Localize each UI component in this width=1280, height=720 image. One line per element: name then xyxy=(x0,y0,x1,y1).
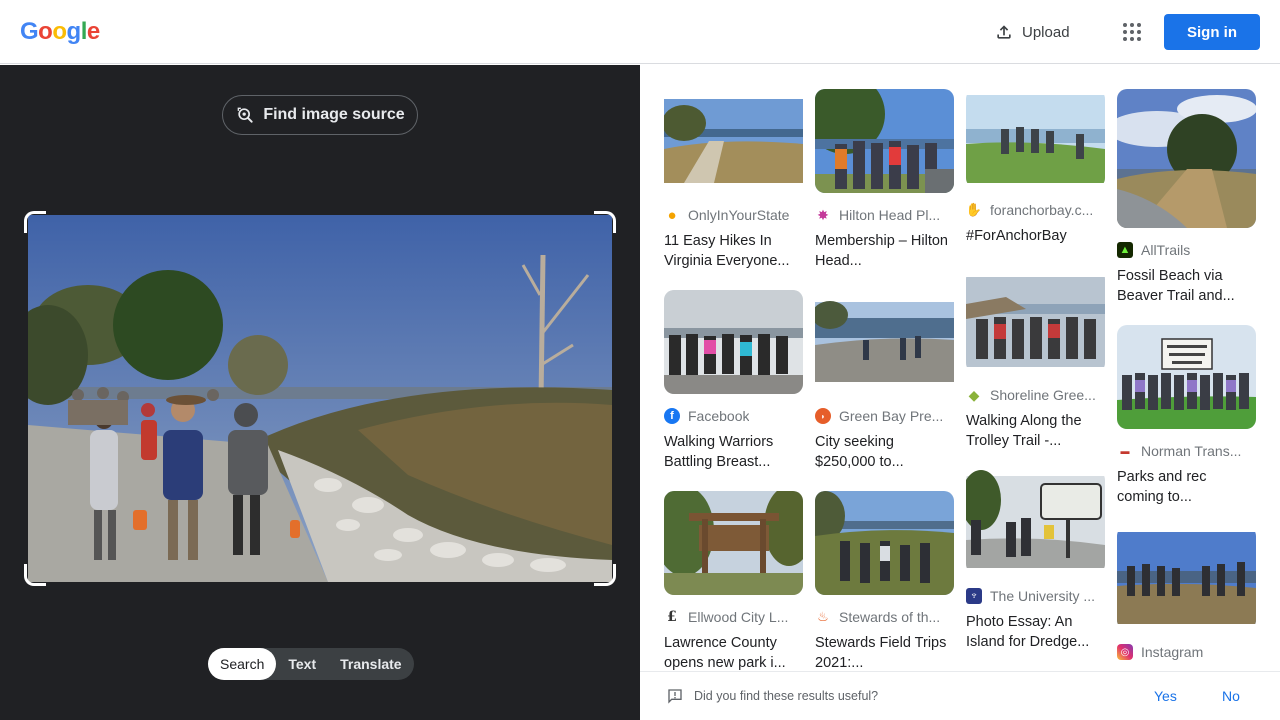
lens-mode-tabs: Search Text Translate xyxy=(208,648,414,680)
result-card[interactable]: ◆ Shoreline Gree... Walking Along the Tro… xyxy=(966,269,1105,451)
facebook-icon: f xyxy=(664,408,680,424)
query-image-pane: Find image source Search Text Translate xyxy=(0,65,640,720)
feedback-icon xyxy=(668,689,682,704)
result-source: Ellwood City L... xyxy=(688,609,789,625)
lens-search-icon xyxy=(237,107,253,123)
result-thumbnail xyxy=(966,269,1105,373)
result-card[interactable]: ✸ Hilton Head Pl... Membership – Hilton H… xyxy=(815,89,954,271)
results-column: ✸ Hilton Head Pl... Membership – Hilton H… xyxy=(815,89,954,670)
visual-matches: ● OnlyInYourState 11 Easy Hikes In Virgin… xyxy=(640,65,1280,670)
result-card[interactable]: ♆ The University ... Photo Essay: An Isla… xyxy=(966,470,1105,652)
crop-handle-top-right[interactable] xyxy=(594,211,616,233)
feedback-question: Did you find these results useful? xyxy=(694,689,879,703)
result-title: 11 Easy Hikes In Virginia Everyone... xyxy=(664,233,790,269)
tab-search[interactable]: Search xyxy=(208,648,277,680)
result-card[interactable]: ▬ Norman Trans... Parks and rec coming to… xyxy=(1117,325,1256,507)
sunburst-icon: ✸ xyxy=(817,206,829,223)
result-thumbnail xyxy=(664,290,803,394)
university-icon: ♆ xyxy=(966,588,982,604)
result-title: Photo Essay: An Island for Dredge... xyxy=(966,614,1090,650)
result-source: Hilton Head Pl... xyxy=(839,207,941,223)
result-thumbnail xyxy=(664,491,803,595)
result-source: Green Bay Pre... xyxy=(839,408,944,424)
result-thumbnail xyxy=(664,89,803,193)
result-card[interactable]: ♨ Stewards of th... Stewards Field Trips … xyxy=(815,491,954,670)
result-thumbnail xyxy=(966,470,1105,574)
result-source: foranchorbay.c... xyxy=(990,202,1094,218)
logo-letter: o xyxy=(52,18,67,45)
result-thumbnail xyxy=(966,89,1105,188)
hand-icon: ✋ xyxy=(965,202,983,217)
query-photo xyxy=(28,215,612,582)
result-source: AllTrails xyxy=(1141,242,1191,258)
result-source: Instagram xyxy=(1141,644,1204,660)
result-title: Lawrence County opens new park i... xyxy=(664,635,786,670)
find-image-source-button[interactable]: Find image source xyxy=(222,95,418,135)
google-logo[interactable]: Google xyxy=(20,18,100,46)
result-title: Membership – Hilton Head... xyxy=(815,233,948,269)
results-column: ▲ AllTrails Fossil Beach via Beaver Trail… xyxy=(1117,89,1256,662)
diamond-icon: ◆ xyxy=(968,386,980,403)
result-thumbnail xyxy=(1117,325,1256,429)
logo-letter: e xyxy=(86,18,100,45)
greenbay-icon: ◗ xyxy=(815,408,831,424)
result-card[interactable]: ● OnlyInYourState 11 Easy Hikes In Virgin… xyxy=(664,89,803,271)
results-column: ● OnlyInYourState 11 Easy Hikes In Virgin… xyxy=(664,89,803,670)
tab-text[interactable]: Text xyxy=(276,648,328,680)
crop-handle-bottom-right[interactable] xyxy=(594,564,616,586)
sign-in-button[interactable]: Sign in xyxy=(1164,14,1260,50)
result-card[interactable]: ◎ Instagram xyxy=(1117,526,1256,662)
result-title: City seeking $250,000 to... xyxy=(815,434,904,470)
result-thumbnail xyxy=(1117,89,1256,228)
result-title: Stewards Field Trips 2021:... xyxy=(815,635,947,670)
result-title: Fossil Beach via Beaver Trail and... xyxy=(1117,268,1235,304)
logo-letter: o xyxy=(38,18,53,45)
apps-grid-icon[interactable] xyxy=(1116,16,1148,48)
result-source: Facebook xyxy=(688,408,750,424)
result-thumbnail xyxy=(815,290,954,394)
feedback-yes-button[interactable]: Yes xyxy=(1154,688,1177,704)
crop-selection[interactable] xyxy=(24,211,616,586)
logo-letter: g xyxy=(66,18,82,45)
result-thumbnail xyxy=(1117,526,1256,630)
result-thumbnail xyxy=(815,89,954,193)
result-card[interactable]: ▲ AllTrails Fossil Beach via Beaver Trail… xyxy=(1117,89,1256,306)
result-card[interactable]: ✋ foranchorbay.c... #ForAnchorBay xyxy=(966,89,1105,246)
upload-label: Upload xyxy=(1022,23,1070,41)
result-title: #ForAnchorBay xyxy=(966,228,1067,244)
result-source: The University ... xyxy=(990,588,1096,604)
feedback-bar: Did you find these results useful? Yes N… xyxy=(640,671,1280,720)
flame-icon: ♨ xyxy=(817,609,829,624)
instagram-icon: ◎ xyxy=(1117,644,1133,660)
result-title: Walking Warriors Battling Breast... xyxy=(664,434,774,470)
pin-icon: ● xyxy=(667,206,677,224)
upload-icon xyxy=(997,25,1011,39)
norman-icon: ▬ xyxy=(1120,446,1130,456)
result-source: OnlyInYourState xyxy=(688,207,790,223)
result-thumbnail xyxy=(815,491,954,595)
result-card[interactable]: ◗ Green Bay Pre... City seeking $250,000 … xyxy=(815,290,954,472)
result-source: Norman Trans... xyxy=(1141,443,1242,459)
logo-letter: G xyxy=(20,18,39,45)
result-source: Shoreline Gree... xyxy=(990,387,1096,403)
tab-translate[interactable]: Translate xyxy=(328,648,413,680)
result-card[interactable]: f Facebook Walking Warriors Battling Brea… xyxy=(664,290,803,472)
result-title: Walking Along the Trolley Trail -... xyxy=(966,413,1082,449)
result-card[interactable]: £ Ellwood City L... Lawrence County opens… xyxy=(664,491,803,670)
alltrails-icon: ▲ xyxy=(1117,242,1133,258)
results-column: ✋ foranchorbay.c... #ForAnchorBay ◆ Shorel… xyxy=(966,89,1105,652)
upload-button[interactable]: Upload xyxy=(984,14,1080,50)
gothic-e-icon: £ xyxy=(667,609,677,625)
feedback-no-button[interactable]: No xyxy=(1222,688,1240,704)
top-bar: Google Upload Sign in xyxy=(0,0,1280,64)
crop-handle-bottom-left[interactable] xyxy=(24,564,46,586)
crop-handle-top-left[interactable] xyxy=(24,211,46,233)
result-title: Parks and rec coming to... xyxy=(1117,469,1207,505)
find-image-source-label: Find image source xyxy=(263,106,405,123)
result-source: Stewards of th... xyxy=(839,609,941,625)
